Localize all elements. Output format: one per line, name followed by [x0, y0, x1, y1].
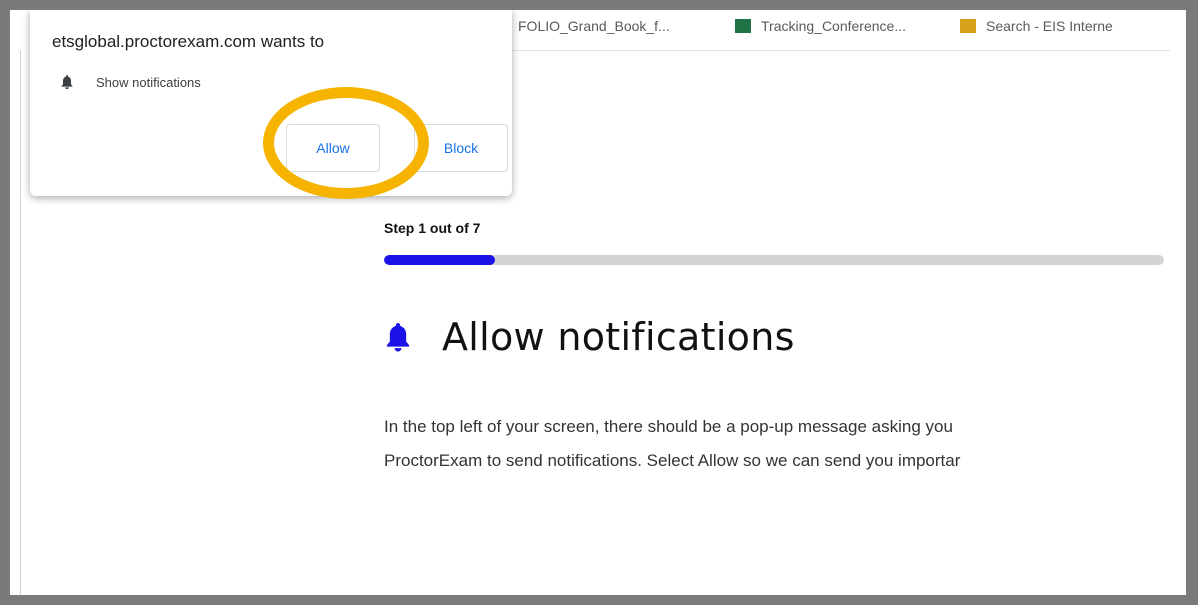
permission-row: Show notifications — [60, 74, 201, 90]
bookmark-item[interactable]: FOLIO_Grand_Book_f... — [500, 18, 670, 34]
instructions-line: In the top left of your screen, there sh… — [384, 417, 953, 436]
step-indicator: Step 1 out of 7 — [384, 220, 481, 236]
section-heading: Allow notifications — [384, 315, 795, 359]
browser-screen: FOLIO_Grand_Book_f... Tracking_Conferenc… — [10, 10, 1186, 595]
bookmark-item[interactable]: Tracking_Conference... — [735, 18, 906, 34]
block-button[interactable]: Block — [414, 124, 508, 172]
notification-permission-popup: etsglobal.proctorexam.com wants to Show … — [30, 10, 512, 199]
bell-icon — [61, 75, 73, 90]
instructions-line: ProctorExam to send notifications. Selec… — [384, 451, 961, 470]
folder-favicon-icon — [960, 19, 976, 33]
bookmark-label: FOLIO_Grand_Book_f... — [518, 18, 670, 34]
bookmark-label: Search - EIS Interne — [986, 18, 1113, 34]
step-progress-bar — [384, 255, 1164, 265]
bell-icon — [386, 323, 410, 352]
bookmark-label: Tracking_Conference... — [761, 18, 906, 34]
bookmarks-bar: FOLIO_Grand_Book_f... Tracking_Conferenc… — [490, 10, 1170, 51]
bookmark-item[interactable]: Search - EIS Interne — [960, 18, 1113, 34]
excel-favicon-icon — [735, 19, 751, 33]
step-progress-fill — [384, 255, 496, 265]
popup-title: etsglobal.proctorexam.com wants to — [52, 32, 325, 51]
permission-label: Show notifications — [96, 74, 201, 90]
window-edge — [20, 50, 21, 595]
instructions-text: In the top left of your screen, there sh… — [384, 410, 1174, 478]
allow-button[interactable]: Allow — [286, 124, 380, 172]
page-heading: Allow notifications — [442, 315, 795, 359]
